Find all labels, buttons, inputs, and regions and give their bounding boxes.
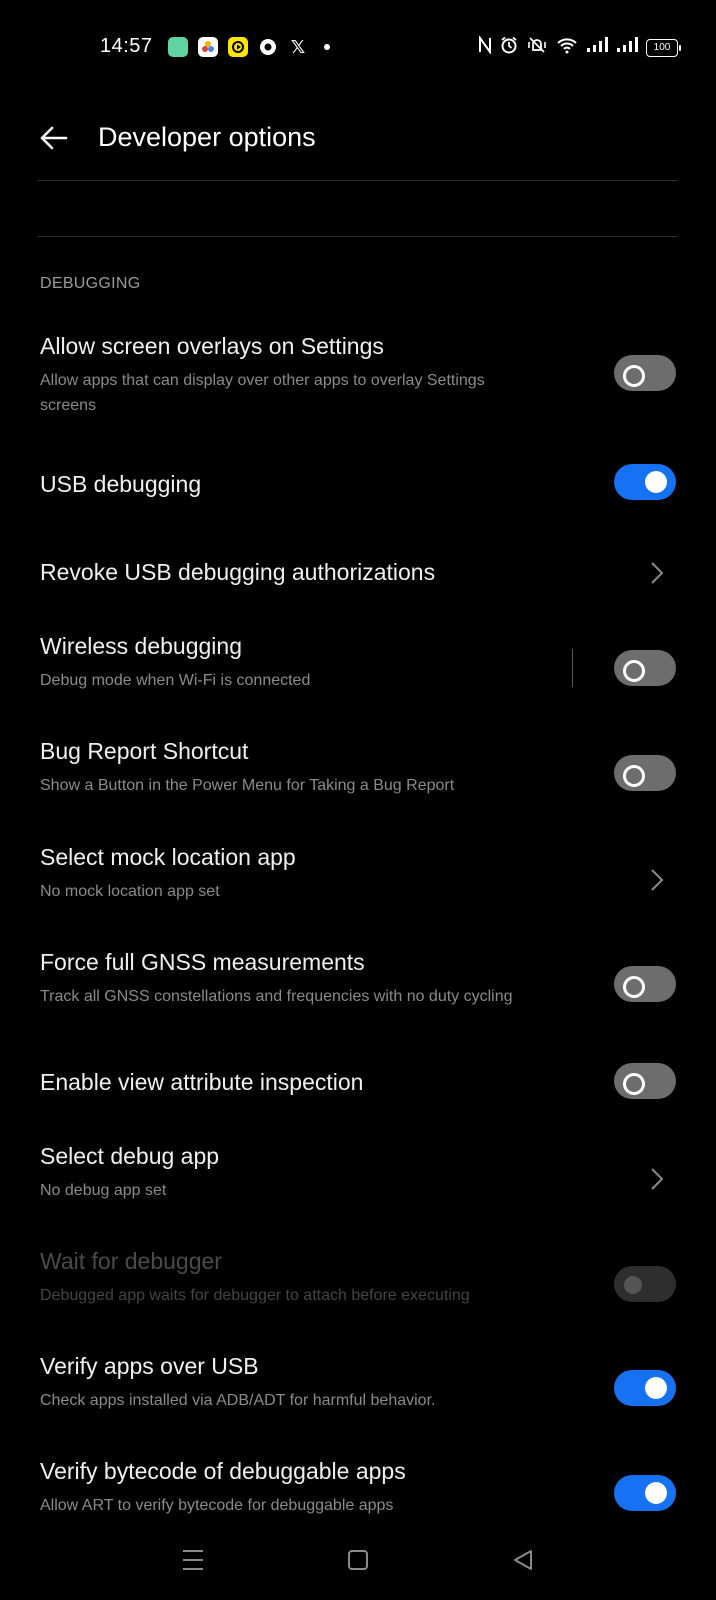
system-icons: 100 (478, 34, 681, 60)
toggle-knob (623, 765, 645, 787)
setting-row-force-full-gnss[interactable]: Force full GNSS measurements Track all G… (0, 946, 716, 1018)
page-title: Developer options (98, 122, 316, 152)
toggle-switch[interactable] (614, 464, 676, 500)
photos-icon (198, 37, 218, 57)
setting-title: Enable view attribute inspection (40, 1069, 364, 1095)
back-icon[interactable] (503, 1540, 543, 1580)
back-arrow-icon[interactable] (36, 120, 72, 156)
toggle-switch[interactable] (614, 755, 676, 791)
nfc-icon (478, 34, 492, 60)
vertical-separator (572, 649, 573, 687)
setting-title: Bug Report Shortcut (40, 738, 249, 764)
header-divider (38, 180, 678, 181)
setting-title: Select debug app (40, 1143, 220, 1169)
section-label: DEBUGGING (40, 275, 141, 292)
setting-row-view-attribute-inspection[interactable]: Enable view attribute inspection (0, 1060, 716, 1104)
setting-title: Revoke USB debugging authorizations (40, 559, 436, 585)
setting-subtitle: No debug app set (40, 1182, 167, 1199)
toggle-knob (623, 1073, 645, 1095)
setting-row-revoke-usb-authorizations[interactable]: Revoke USB debugging authorizations (0, 550, 716, 594)
notification-icons: 𝕏 (168, 37, 330, 57)
toggle-switch[interactable] (614, 1370, 676, 1406)
toggle-knob (623, 976, 645, 998)
setting-subtitle: Show a Button in the Power Menu for Taki… (40, 777, 455, 794)
setting-subtitle: Debug mode when Wi-Fi is connected (40, 672, 311, 689)
chevron-right-icon (650, 561, 664, 585)
battery-icon: 100 (646, 39, 681, 57)
setting-title: Wireless debugging (40, 633, 243, 659)
setting-title: Force full GNSS measurements (40, 949, 365, 975)
signal-icon (586, 37, 608, 59)
toggle-knob (645, 1482, 667, 1504)
setting-title: USB debugging (40, 471, 202, 497)
toggle-switch[interactable] (614, 650, 676, 686)
menu-icon[interactable] (173, 1540, 213, 1580)
setting-row-wireless-debugging[interactable]: Wireless debugging Debug mode when Wi-Fi… (0, 630, 716, 702)
setting-title: Select mock location app (40, 844, 296, 870)
setting-row-usb-debugging[interactable]: USB debugging (0, 462, 716, 506)
vibrate-icon (526, 36, 548, 60)
x-icon: 𝕏 (290, 36, 306, 57)
home-icon[interactable] (338, 1540, 378, 1580)
chevron-right-icon (650, 1167, 664, 1191)
wifi-icon (556, 36, 578, 60)
toggle-switch[interactable] (614, 355, 676, 391)
toggle-knob (645, 471, 667, 493)
app-header: Developer options (0, 100, 716, 180)
chevron-right-icon (650, 868, 664, 892)
messages-icon (168, 37, 188, 57)
toggle-knob (623, 660, 645, 682)
more-notifications-dot-icon (324, 44, 330, 50)
setting-subtitle: No mock location app set (40, 883, 220, 900)
alarm-icon (500, 36, 518, 60)
setting-row-bug-report-shortcut[interactable]: Bug Report Shortcut Show a Button in the… (0, 735, 716, 807)
setting-subtitle: Track all GNSS constellations and freque… (40, 988, 513, 1005)
status-bar: 14:57 𝕏 100 (0, 0, 716, 96)
toggle-switch (614, 1266, 676, 1302)
section-divider (38, 236, 678, 237)
setting-row-select-debug-app[interactable]: Select debug app No debug app set (0, 1140, 716, 1212)
toggle-knob (624, 1276, 642, 1294)
setting-subtitle: Allow apps that can display over other a… (40, 372, 485, 414)
setting-title: Verify apps over USB (40, 1353, 259, 1379)
setting-title: Wait for debugger (40, 1248, 222, 1274)
setting-subtitle: Allow ART to verify bytecode for debugga… (40, 1497, 394, 1514)
toggle-switch[interactable] (614, 966, 676, 1002)
setting-title: Allow screen overlays on Settings (40, 333, 384, 359)
setting-subtitle: Debugged app waits for debugger to attac… (40, 1287, 470, 1304)
setting-subtitle: Check apps installed via ADB/ADT for har… (40, 1392, 436, 1409)
setting-title: Verify bytecode of debuggable apps (40, 1458, 406, 1484)
setting-row-wait-for-debugger: Wait for debugger Debugged app waits for… (0, 1245, 716, 1317)
snapchat-like-icon (228, 37, 248, 57)
toggle-switch[interactable] (614, 1063, 676, 1099)
setting-row-allow-screen-overlays[interactable]: Allow screen overlays on Settings Allow … (0, 330, 716, 426)
status-time: 14:57 (100, 35, 153, 57)
toggle-switch[interactable] (614, 1475, 676, 1511)
navigation-bar (0, 1520, 716, 1600)
setting-row-select-mock-location-app[interactable]: Select mock location app No mock locatio… (0, 841, 716, 913)
setting-row-verify-apps-over-usb[interactable]: Verify apps over USB Check apps installe… (0, 1350, 716, 1422)
ola-icon (258, 37, 278, 57)
toggle-knob (645, 1377, 667, 1399)
signal-icon (616, 37, 638, 59)
setting-row-verify-bytecode[interactable]: Verify bytecode of debuggable apps Allow… (0, 1455, 716, 1527)
toggle-knob (623, 365, 645, 387)
